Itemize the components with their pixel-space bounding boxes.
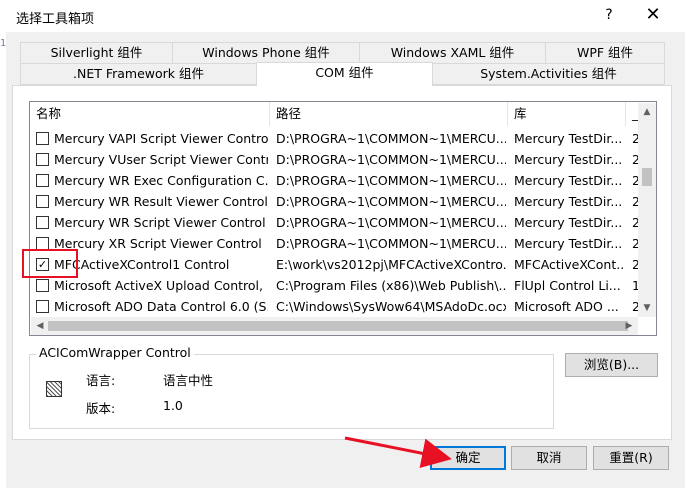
annotation-arrow-line (344, 436, 452, 469)
tab-com[interactable]: COM 组件 (256, 62, 433, 86)
